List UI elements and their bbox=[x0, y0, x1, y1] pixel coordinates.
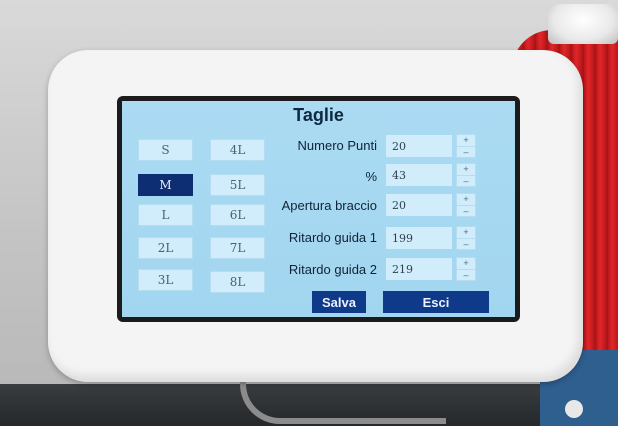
stepper-percent: + – bbox=[456, 163, 476, 187]
spool-cap bbox=[548, 4, 618, 44]
increment-button[interactable]: + bbox=[457, 258, 475, 270]
stepper-ritardo-guida-2: + – bbox=[456, 257, 476, 281]
increment-button[interactable]: + bbox=[457, 164, 475, 176]
decrement-button[interactable]: – bbox=[457, 270, 475, 281]
param-value-ritardo-guida-1[interactable]: 199 bbox=[386, 227, 452, 249]
param-value-percent[interactable]: 43 bbox=[386, 164, 452, 186]
size-button-m[interactable]: M bbox=[138, 174, 193, 196]
size-button-2l[interactable]: 2L bbox=[138, 237, 193, 259]
size-button-s[interactable]: S bbox=[138, 139, 193, 161]
decrement-button[interactable]: – bbox=[457, 147, 475, 158]
increment-button[interactable]: + bbox=[457, 194, 475, 206]
param-value-ritardo-guida-2[interactable]: 219 bbox=[386, 258, 452, 280]
page-title: Taglie bbox=[293, 105, 344, 125]
increment-button[interactable]: + bbox=[457, 227, 475, 239]
param-value-numero-punti[interactable]: 20 bbox=[386, 135, 452, 157]
param-label-ritardo-guida-2: Ritardo guida 2 bbox=[288, 262, 377, 277]
decrement-button[interactable]: – bbox=[457, 176, 475, 187]
param-label-percent: % bbox=[365, 169, 377, 184]
param-label-ritardo-guida-1: Ritardo guida 1 bbox=[288, 230, 377, 245]
stepper-ritardo-guida-1: + – bbox=[456, 226, 476, 250]
machine-part-hole bbox=[565, 400, 583, 418]
decrement-button[interactable]: – bbox=[457, 239, 475, 250]
decrement-button[interactable]: – bbox=[457, 206, 475, 217]
size-button-l[interactable]: L bbox=[138, 204, 193, 226]
exit-button[interactable]: Esci bbox=[383, 291, 489, 313]
size-button-3l[interactable]: 3L bbox=[138, 269, 193, 291]
param-label-apertura-braccio: Apertura braccio bbox=[281, 198, 377, 213]
touch-screen: Taglie S 4L M 5L L 6L 2L 7L 3L 8L Numero… bbox=[122, 101, 515, 317]
stepper-apertura-braccio: + – bbox=[456, 193, 476, 217]
save-button[interactable]: Salva bbox=[312, 291, 366, 313]
increment-button[interactable]: + bbox=[457, 135, 475, 147]
stepper-numero-punti: + – bbox=[456, 134, 476, 158]
param-label-numero-punti: Numero Punti bbox=[297, 138, 377, 153]
param-value-apertura-braccio[interactable]: 20 bbox=[386, 194, 452, 216]
